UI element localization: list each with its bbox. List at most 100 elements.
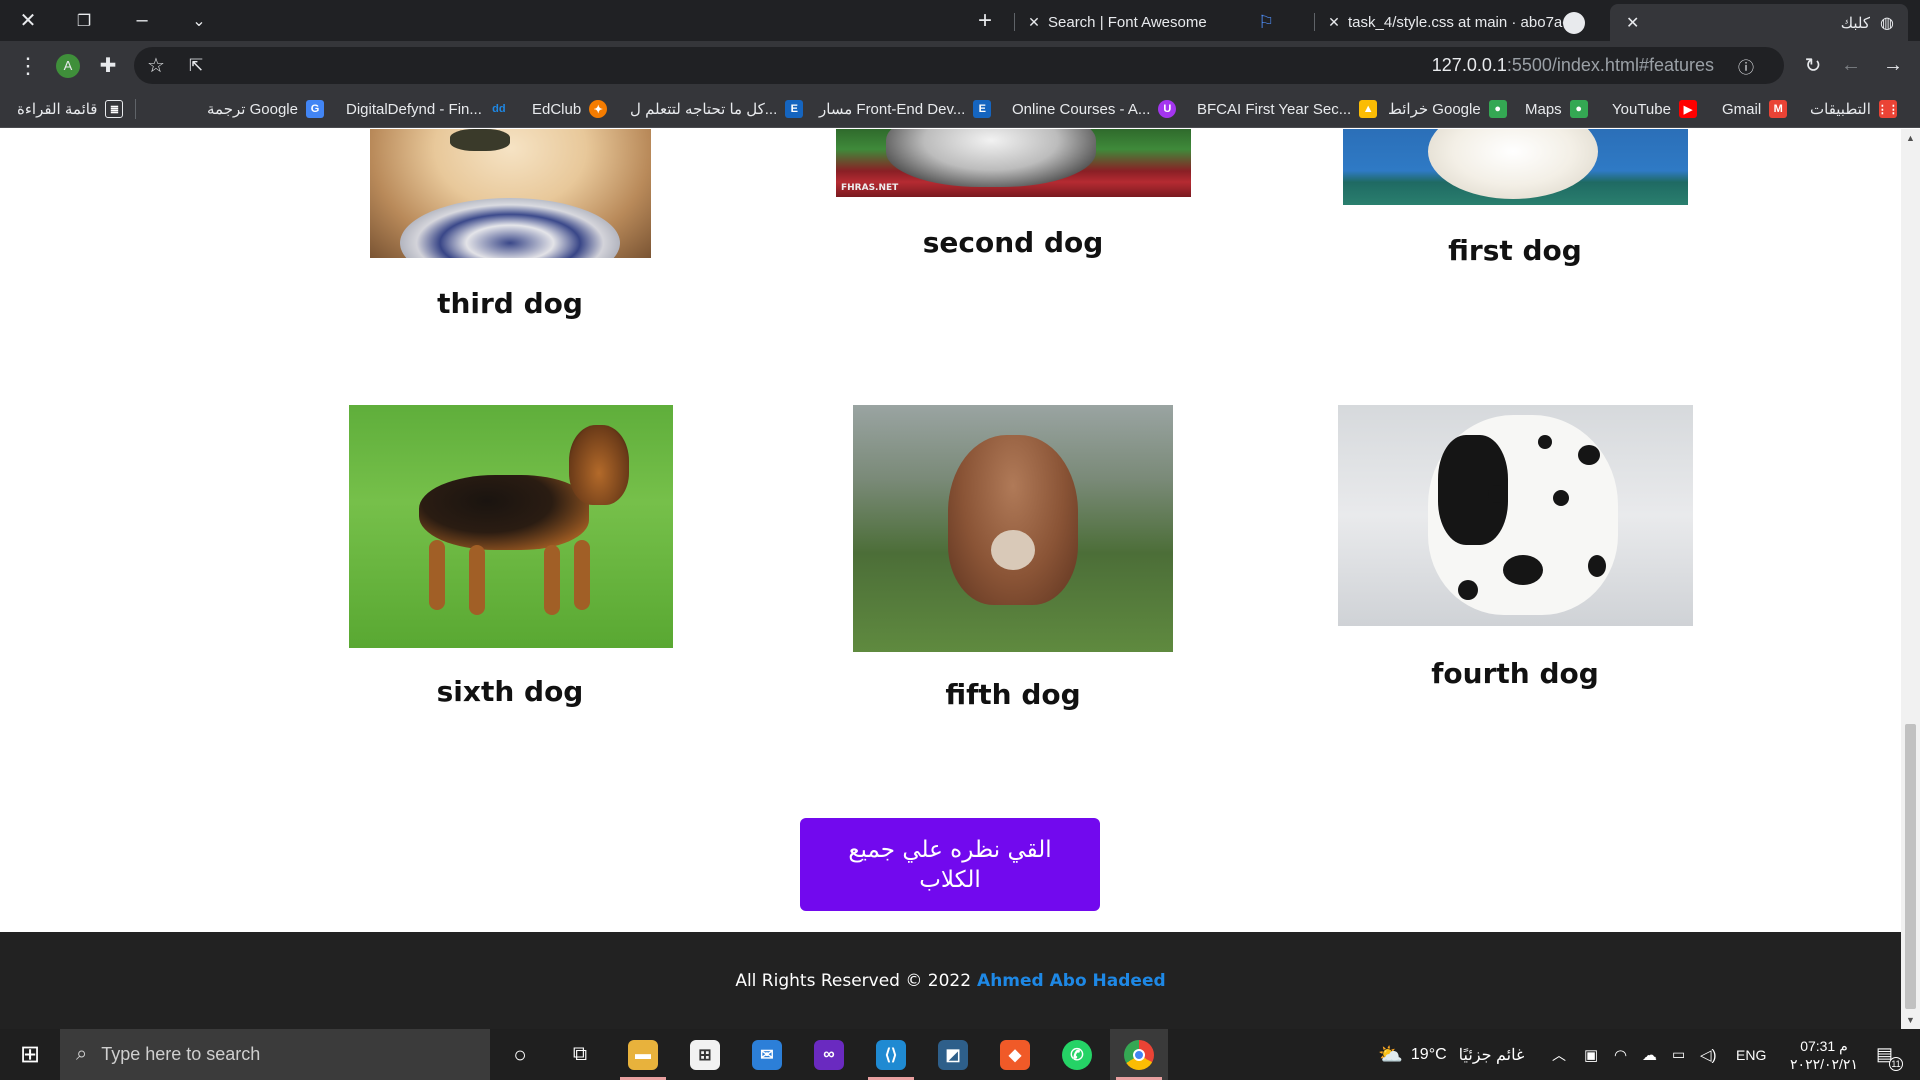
bookmark-youtube[interactable]: YouTube ▶ xyxy=(1612,90,1697,128)
page-scrollbar[interactable]: ▲ ▼ xyxy=(1901,129,1920,1029)
photo-app-icon[interactable]: ◩ xyxy=(924,1029,982,1080)
bookmark-translate[interactable]: ترجمة Google G xyxy=(207,90,324,128)
bookmark-apps[interactable]: التطبيقات ⋮⋮ xyxy=(1810,90,1899,128)
windows-start-icon[interactable]: ⊞ xyxy=(0,1029,60,1080)
chrome-icon[interactable] xyxy=(1110,1029,1168,1080)
bookmark-gmail[interactable]: Gmail M xyxy=(1722,90,1788,128)
weather-temp: 19°C xyxy=(1410,1045,1447,1063)
bookmark-maps[interactable]: Maps ● xyxy=(1525,90,1588,128)
vscode-icon[interactable]: ⟨⟩ xyxy=(862,1029,920,1080)
gmail-icon: M xyxy=(1769,100,1788,118)
author-link[interactable]: Ahmed Abo Hadeed xyxy=(977,971,1166,991)
clock[interactable]: 07:31 م ٢٠٢٢/٠٢/٢١ xyxy=(1778,1029,1870,1080)
dalmatian-spot xyxy=(1578,445,1600,465)
bookmark-label: YouTube xyxy=(1612,100,1671,118)
scroll-down-arrow-icon[interactable]: ▼ xyxy=(1901,1013,1920,1027)
whatsapp-icon[interactable]: ✆ xyxy=(1048,1029,1106,1080)
omnibox[interactable]: ☆ ⇱ 127.0.0.1:5500/index.html#features ⓘ xyxy=(134,47,1784,84)
view-all-dogs-button[interactable]: القي نظره علي جميع الكلاب xyxy=(800,818,1100,911)
extensions-puzzle-icon[interactable]: ✚ xyxy=(90,41,126,90)
show-hidden-icons-icon[interactable]: ︿ xyxy=(1552,1029,1566,1080)
mail-icon[interactable]: ✉ xyxy=(738,1029,796,1080)
reload-icon[interactable]: ↻ xyxy=(1795,41,1831,90)
share-icon[interactable]: ⇱ xyxy=(178,41,214,90)
gsd-head xyxy=(569,425,629,505)
bookmark-label: Maps xyxy=(1525,100,1562,118)
bookmark-label: Online Courses - A... xyxy=(1012,100,1151,118)
minimize-window-icon[interactable]: – xyxy=(122,0,162,41)
site-footer: All Rights Reserved © 2022 Ahmed Abo Had… xyxy=(0,932,1901,1029)
copyright-text: All Rights Reserved © 2022 xyxy=(735,970,972,991)
font-awesome-flag-icon: ⚐ xyxy=(1258,12,1275,32)
notifications-icon[interactable]: ▤ 11 xyxy=(1876,1029,1904,1080)
bookmark-star-icon[interactable]: ☆ xyxy=(138,41,174,90)
clock-time: 07:31 م xyxy=(1800,1037,1848,1054)
tab-github-style[interactable]: ✕ task_4/style.css at main · abo7ad xyxy=(1320,4,1600,41)
tab-search-icon[interactable]: ⌄ xyxy=(179,0,219,41)
new-tab-icon[interactable]: + xyxy=(965,0,1005,41)
close-tab-icon[interactable]: ✕ xyxy=(1320,14,1348,31)
scroll-up-arrow-icon[interactable]: ▲ xyxy=(1901,131,1920,145)
gsd-leg xyxy=(469,545,485,615)
menu-dots-icon[interactable]: ⋮ xyxy=(10,41,46,90)
edclub-icon: ✦ xyxy=(589,100,608,118)
windows-taskbar: ⊞ ⌕ Type here to search ○ ⧉ ▬ ⊞ ✉ ∞ ⟨⟩ ◩… xyxy=(0,1029,1920,1080)
dalmatian-eye xyxy=(1553,490,1569,506)
forward-arrow-icon[interactable]: → xyxy=(1875,41,1911,90)
wifi-icon[interactable]: ◠ xyxy=(1614,1029,1627,1080)
bookmark-separator xyxy=(135,99,136,119)
bookmark-digitaldefynd[interactable]: DigitalDefynd - Fin... dd xyxy=(346,90,508,128)
pitbull-body xyxy=(948,435,1078,605)
dog-photo-first xyxy=(1343,129,1688,205)
translate-icon: G xyxy=(305,100,324,118)
language-indicator[interactable]: ENG xyxy=(1736,1029,1766,1080)
task-view-icon[interactable]: ⧉ xyxy=(560,1029,600,1080)
back-arrow-icon[interactable]: ← xyxy=(1833,41,1869,90)
drive-icon: ▲ xyxy=(1359,100,1378,118)
profile-avatar[interactable]: A xyxy=(50,41,86,90)
tab-dogs-page[interactable]: ◍ كلبك ✕ xyxy=(1610,4,1908,41)
volume-icon[interactable]: ◁) xyxy=(1700,1029,1717,1080)
reading-list-icon: ≣ xyxy=(105,100,124,118)
weather-widget[interactable]: ⛅ 19°C غائم جزئيًا xyxy=(1378,1029,1524,1080)
bookmark-online-courses[interactable]: Online Courses - A... U xyxy=(1012,90,1177,128)
close-tab-icon[interactable]: ✕ xyxy=(1020,14,1048,31)
dalmatian-eye xyxy=(1488,485,1506,503)
visual-studio-icon[interactable]: ∞ xyxy=(800,1029,858,1080)
site-info-icon[interactable]: ⓘ xyxy=(1728,41,1764,90)
bookmark-label: كل ما تحتاجه لتتعلم ل... xyxy=(630,101,778,118)
file-explorer-icon[interactable]: ▬ xyxy=(614,1029,672,1080)
battery-icon[interactable]: ▭ xyxy=(1672,1029,1685,1080)
taskbar-search[interactable]: ⌕ Type here to search xyxy=(60,1029,490,1080)
samoyed-fur xyxy=(1428,129,1598,199)
dog-caption-third: third dog xyxy=(437,287,583,320)
onedrive-icon[interactable]: ☁ xyxy=(1642,1029,1657,1080)
bookmark-maps-ar[interactable]: خرائط Google ● xyxy=(1388,90,1507,128)
bookmark-bfcai[interactable]: BFCAI First Year Sec... ▲ xyxy=(1197,90,1378,128)
bookmark-frontend[interactable]: مسار Front-End Dev... E xyxy=(819,90,992,128)
bookmark-learn[interactable]: كل ما تحتاجه لتتعلم ل... E xyxy=(630,90,804,128)
microsoft-store-icon[interactable]: ⊞ xyxy=(676,1029,734,1080)
dd-icon: dd xyxy=(492,103,506,115)
bookmark-label: مسار Front-End Dev... xyxy=(819,101,966,118)
github-icon xyxy=(1563,11,1585,34)
reading-list[interactable]: قائمة القراءة ≣ xyxy=(17,90,124,128)
cortana-icon[interactable]: ○ xyxy=(500,1029,540,1080)
url-text[interactable]: 127.0.0.1:5500/index.html#features xyxy=(1432,47,1714,84)
dog-caption-second: second dog xyxy=(922,226,1104,259)
restore-window-icon[interactable]: ❐ xyxy=(64,0,104,41)
tab-separator xyxy=(1014,13,1015,31)
meet-now-icon[interactable]: ▣ xyxy=(1584,1029,1598,1080)
bookmark-edclub[interactable]: EdClub ✦ xyxy=(532,90,608,128)
tab-title: كلبك xyxy=(1840,14,1871,32)
plate xyxy=(400,198,620,258)
close-window-icon[interactable]: ✕ xyxy=(8,0,48,41)
tab-title: task_4/style.css at main · abo7ad xyxy=(1348,14,1563,31)
tab-font-awesome[interactable]: ✕ Search | Font Awesome ⚐ xyxy=(1020,4,1310,41)
brave-browser-icon[interactable]: ◆ xyxy=(986,1029,1044,1080)
bookmarks-bar: قائمة القراءة ≣ التطبيقات ⋮⋮ Gmail M YouTu… xyxy=(0,90,1920,128)
pitbull-chest xyxy=(991,530,1035,570)
close-tab-icon[interactable]: ✕ xyxy=(1626,13,1639,33)
dog-caption-fifth: fifth dog xyxy=(945,678,1081,711)
scroll-thumb[interactable] xyxy=(1905,724,1916,1009)
